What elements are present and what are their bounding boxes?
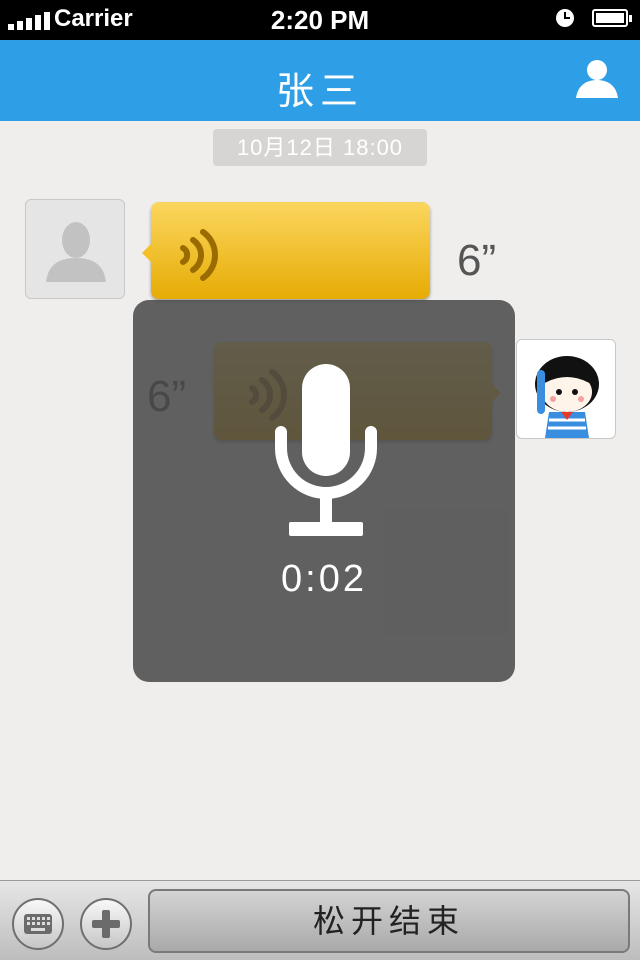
recording-timer: 0:02	[281, 558, 367, 600]
default-avatar-icon	[46, 222, 106, 282]
recording-overlay: 0:02	[133, 300, 515, 682]
avatar[interactable]	[25, 199, 125, 299]
battery-icon	[592, 9, 632, 27]
microphone-icon	[275, 364, 377, 536]
avatar[interactable]	[516, 339, 616, 439]
voice-duration: 6”	[457, 236, 497, 285]
hold-to-talk-button[interactable]: 松开结束	[148, 889, 630, 953]
status-bar: Carrier 2:20 PM	[0, 0, 640, 40]
page-title: 张三	[275, 71, 364, 113]
keyboard-icon	[24, 914, 52, 934]
voice-message-bubble[interactable]	[142, 202, 430, 299]
status-time: 2:20 PM	[270, 5, 370, 35]
keyboard-toggle-button[interactable]	[12, 898, 64, 950]
input-toolbar: 松开结束	[0, 880, 640, 960]
voice-wave-icon	[180, 229, 218, 281]
nav-bar: 张三	[0, 40, 640, 121]
cartoon-girl-avatar	[535, 356, 599, 438]
clock-icon	[556, 9, 574, 27]
chat-timestamp: 10月12日 18:00	[213, 129, 427, 166]
add-attachment-button[interactable]	[80, 898, 132, 950]
contact-person-icon[interactable]	[574, 58, 620, 100]
